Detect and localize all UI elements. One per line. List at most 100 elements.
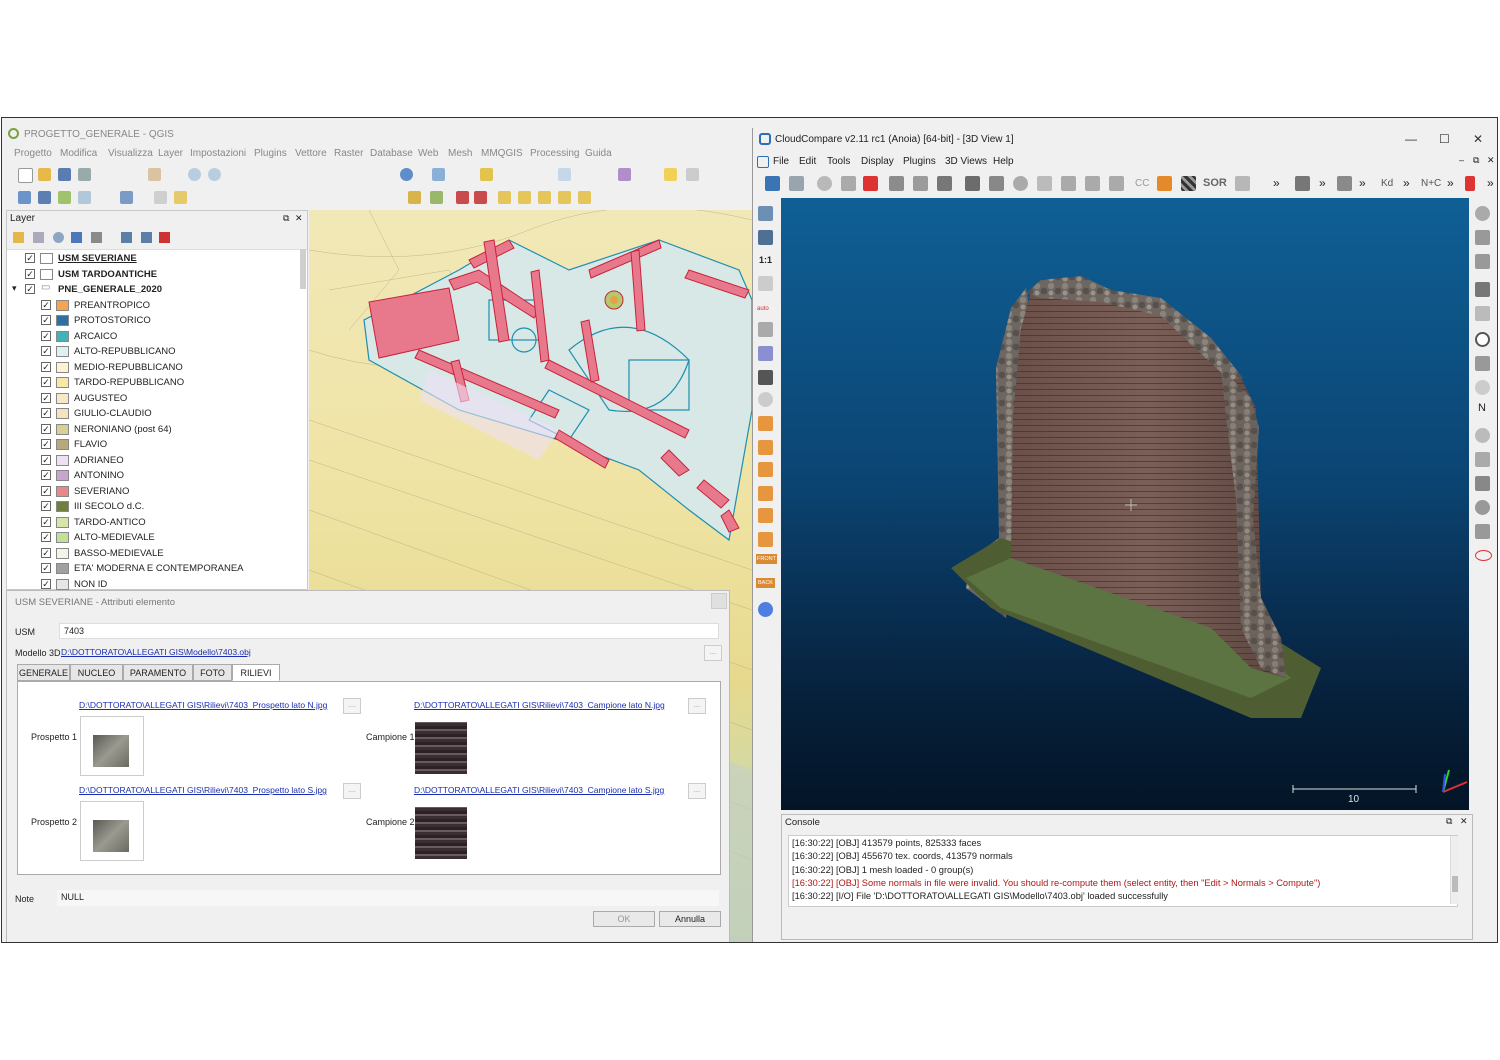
prospetto-1-browse-button[interactable]: ... (343, 698, 361, 714)
perspective-icon[interactable] (758, 322, 773, 337)
sample-points-icon[interactable] (965, 176, 980, 191)
toolbar-overflow-2[interactable]: » (1319, 176, 1326, 190)
crosshair-icon[interactable] (758, 276, 773, 291)
layer-item[interactable]: ✓ PREANTROPICO (7, 298, 303, 313)
toolbar-overflow-4[interactable]: » (1403, 176, 1410, 190)
campione-1-link[interactable]: D:\DOTTORATO\ALLEGATI GIS\Rilievi\7403_C… (414, 700, 665, 710)
layer-tree-scrollbar[interactable] (300, 249, 306, 289)
mdi-min-icon[interactable]: – (1459, 155, 1464, 165)
note-value[interactable]: NULL (57, 890, 719, 906)
label-show-icon[interactable] (538, 191, 551, 204)
qgis-menu-vettore[interactable]: Vettore (295, 148, 327, 159)
console-scroll-thumb[interactable] (1452, 876, 1458, 892)
layer-visibility-checkbox[interactable]: ✓ (41, 408, 51, 418)
layer-visibility-checkbox[interactable]: ✓ (41, 330, 51, 341)
console-float-icon[interactable]: ⧉ (1446, 816, 1452, 827)
canupo-icon[interactable] (1337, 176, 1352, 191)
open-project-icon[interactable] (38, 168, 51, 181)
print-layout-icon[interactable] (78, 168, 91, 181)
view-iso-front-icon[interactable]: FRONT (756, 554, 777, 564)
layer-item[interactable]: ✓ BASSO-MEDIEVALE (7, 546, 303, 561)
auto-pivot-icon[interactable]: auto (757, 306, 769, 312)
toolbar-overflow-5[interactable]: » (1447, 176, 1454, 190)
qgis-menu-plugins[interactable]: Plugins (254, 148, 287, 159)
layer-visibility-checkbox[interactable]: ✓ (41, 315, 51, 325)
filter-expression-icon[interactable] (91, 232, 102, 243)
add-wms-icon[interactable] (120, 191, 133, 204)
ok-button[interactable]: OK (593, 911, 655, 927)
film-icon[interactable] (1475, 282, 1490, 297)
layer-item[interactable]: ▾ ✓ ▭ PNE_GENERALE_2020 (7, 282, 303, 297)
view-right-icon[interactable] (758, 508, 773, 523)
layer-visibility-checkbox[interactable]: ✓ (41, 501, 51, 511)
console-close-icon[interactable]: ✕ (1460, 816, 1468, 827)
point-picking-icon[interactable] (817, 176, 832, 191)
segment-icon[interactable] (889, 176, 904, 191)
digitize-tool-icon[interactable] (408, 191, 421, 204)
model-3d-link[interactable]: D:\DOTTORATO\ALLEGATI GIS\Modello\7403.o… (61, 647, 251, 657)
campione-2-link[interactable]: D:\DOTTORATO\ALLEGATI GIS\Rilievi\7403_C… (414, 785, 664, 795)
csf-icon[interactable] (1475, 230, 1490, 245)
console-scrollbar[interactable] (1450, 836, 1459, 904)
qgis-menu-modifica[interactable]: Modifica (60, 148, 97, 159)
crop-icon[interactable] (913, 176, 928, 191)
layer-visibility-checkbox[interactable]: ✓ (41, 392, 51, 403)
m3c2-icon[interactable] (1475, 452, 1490, 467)
layer-item[interactable]: ✓ USM TARDOANTICHE (7, 267, 303, 282)
campione-1-browse-button[interactable]: ... (688, 698, 706, 714)
distance-icon[interactable] (1061, 176, 1076, 191)
style-manager-icon[interactable] (13, 232, 24, 243)
tab-foto[interactable]: FOTO (193, 664, 232, 681)
annotation-icon[interactable] (664, 168, 677, 181)
ellipse-icon[interactable] (1475, 550, 1492, 561)
panel-float-icon[interactable]: ⧉ (283, 213, 289, 224)
prospetto-2-browse-button[interactable]: ... (343, 783, 361, 799)
label-properties-icon[interactable] (558, 191, 571, 204)
prospetto-1-thumbnail[interactable] (80, 716, 144, 776)
dialog-maximize-button[interactable] (711, 593, 727, 609)
prospetto-2-thumbnail[interactable] (80, 801, 144, 861)
cc-menu-display[interactable]: Display (861, 156, 894, 167)
filter-icon[interactable] (71, 232, 82, 243)
ransac-icon[interactable] (1475, 524, 1490, 539)
qgis-menu-impostazioni[interactable]: Impostazioni (190, 148, 246, 159)
layer-item[interactable]: ✓ ARCAICO (7, 329, 303, 344)
layer-item[interactable]: ✓ USM SEVERIANE (7, 251, 303, 266)
layer-visibility-checkbox[interactable]: ✓ (41, 299, 51, 310)
list-icon[interactable] (841, 176, 856, 191)
prospetto-2-link[interactable]: D:\DOTTORATO\ALLEGATI GIS\Rilievi\7403_P… (79, 785, 327, 795)
view-top-icon[interactable] (758, 416, 773, 431)
layer-visibility-checkbox[interactable]: ✓ (41, 361, 51, 372)
toolbar-overflow-6[interactable]: » (1487, 176, 1494, 190)
zoom-out-icon[interactable] (208, 168, 221, 181)
layer-item[interactable]: ✓ SEVERIANO (7, 484, 303, 499)
panel-close-icon[interactable]: ✕ (295, 213, 303, 224)
python-icon[interactable] (1465, 176, 1475, 191)
layer-visibility-checkbox[interactable]: ✓ (41, 578, 51, 589)
pan-hand-icon[interactable] (148, 168, 161, 181)
layer-item[interactable]: ✓ GIULIO-CLAUDIO (7, 406, 303, 421)
layer-item[interactable]: ✓ PROTOSTORICO (7, 313, 303, 328)
maximize-icon[interactable]: ☐ (1439, 132, 1450, 146)
add-vector-icon[interactable] (58, 191, 71, 204)
layer-visibility-checkbox[interactable]: ✓ (41, 439, 51, 449)
zoom-icon[interactable] (758, 392, 773, 407)
toolbar-overflow-3[interactable]: » (1359, 176, 1366, 190)
add-layer-icon[interactable] (18, 191, 31, 204)
zoom-in-icon[interactable] (188, 168, 201, 181)
histogram-icon[interactable] (1295, 176, 1310, 191)
label-highlight-icon[interactable] (578, 191, 591, 204)
layer-item[interactable]: ✓ III SECOLO d.C. (7, 499, 303, 514)
qgis-menu-visualizza[interactable]: Visualizza (108, 148, 153, 159)
tab-generale[interactable]: GENERALE (17, 664, 70, 681)
layer-item[interactable]: ✓ FLAVIO (7, 437, 303, 452)
close-icon[interactable]: ✕ (1473, 132, 1483, 146)
scissors-icon[interactable] (1235, 176, 1250, 191)
compass-icon[interactable] (1475, 332, 1490, 347)
cc-menu-3d-views[interactable]: 3D Views (945, 156, 987, 167)
save-file-icon[interactable] (789, 176, 804, 191)
facets-icon[interactable] (1475, 380, 1490, 395)
qgis-menu-mmqgis[interactable]: MMQGIS (481, 148, 523, 159)
checker-icon[interactable] (1181, 176, 1196, 191)
toggle-edit-icon[interactable] (174, 191, 187, 204)
